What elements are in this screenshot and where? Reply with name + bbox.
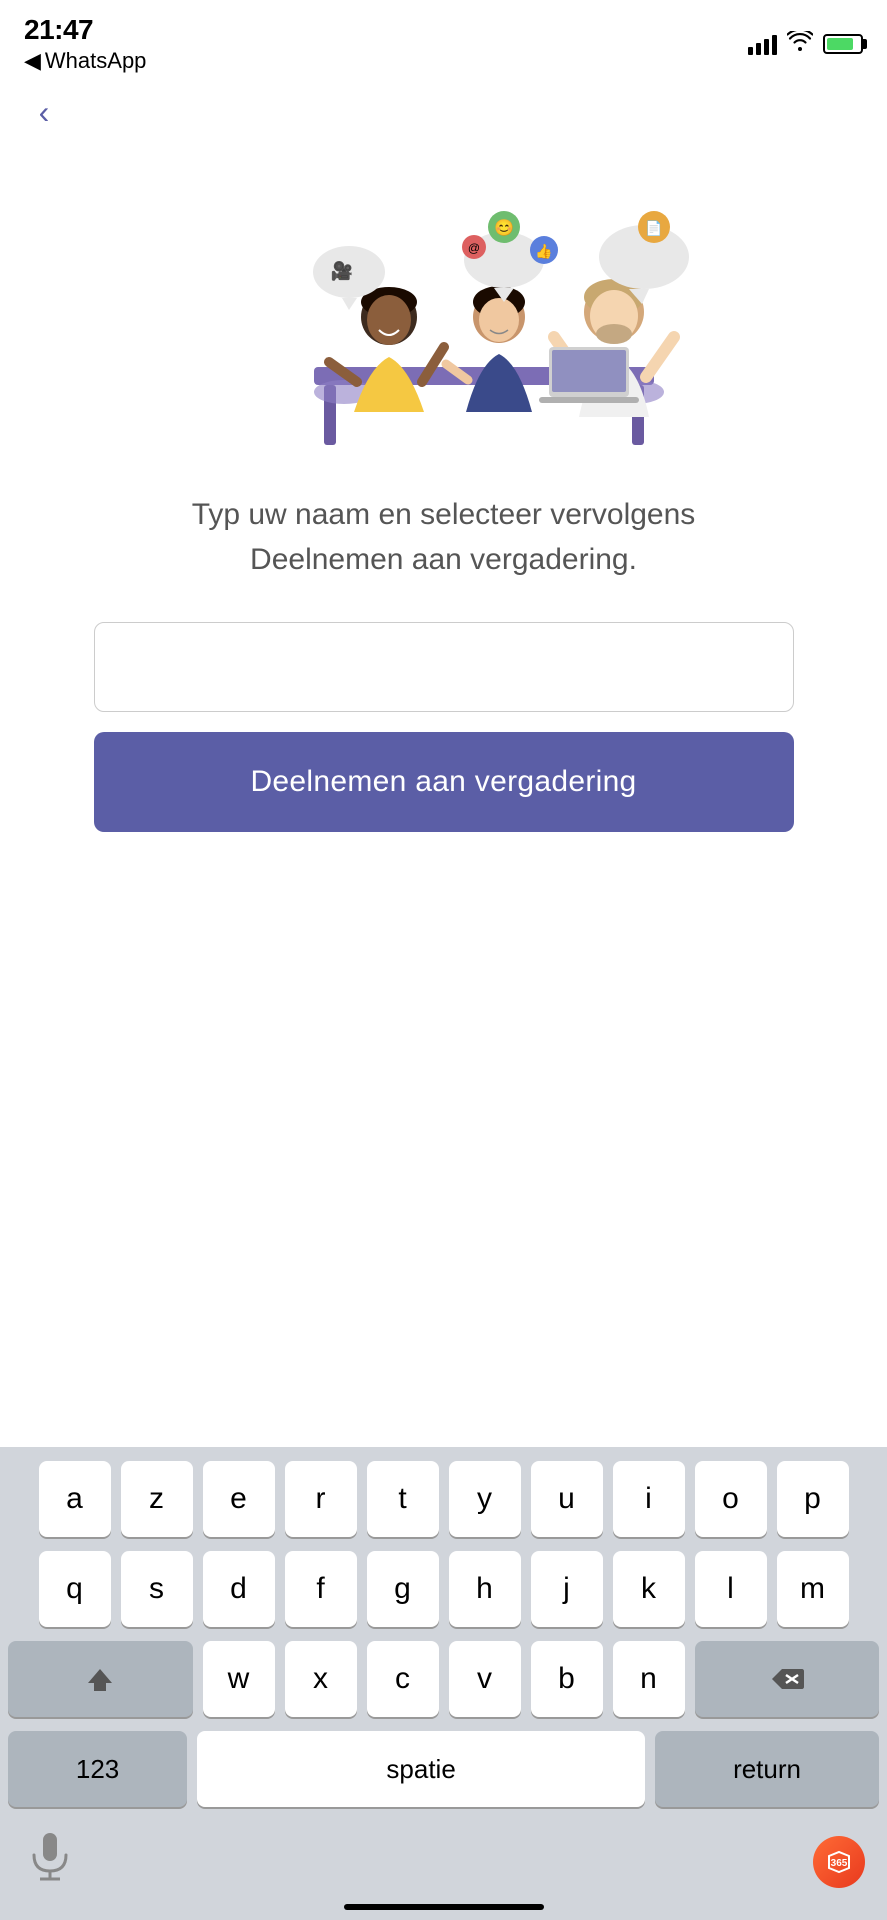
key-g[interactable]: g <box>367 1551 439 1627</box>
main-content: Typ uw naam en selecteer vervolgens Deel… <box>0 472 887 1447</box>
numbers-key[interactable]: 123 <box>8 1731 187 1807</box>
key-k[interactable]: k <box>613 1551 685 1627</box>
svg-text:📄: 📄 <box>645 220 662 237</box>
battery-fill <box>827 38 853 50</box>
key-b[interactable]: b <box>531 1641 603 1717</box>
svg-text:🎥: 🎥 <box>330 260 352 281</box>
key-t[interactable]: t <box>367 1461 439 1537</box>
return-key[interactable]: return <box>655 1731 879 1807</box>
key-m[interactable]: m <box>777 1551 849 1627</box>
key-u[interactable]: u <box>531 1461 603 1537</box>
svg-text:👍: 👍 <box>535 243 552 260</box>
key-o[interactable]: o <box>695 1461 767 1537</box>
back-button[interactable]: ‹ <box>24 92 64 132</box>
back-app-arrow: ◀ <box>24 48 41 74</box>
nav-bar: ‹ <box>0 82 887 142</box>
status-right <box>748 31 863 57</box>
keyboard-row-2: q s d f g h j k l m <box>8 1551 879 1627</box>
key-y[interactable]: y <box>449 1461 521 1537</box>
key-c[interactable]: c <box>367 1641 439 1717</box>
status-left: 21:47 ◀ WhatsApp <box>24 14 146 74</box>
back-app-label: WhatsApp <box>45 48 147 74</box>
join-meeting-button[interactable]: Deelnemen aan vergadering <box>94 732 794 832</box>
key-d[interactable]: d <box>203 1551 275 1627</box>
battery-icon <box>823 34 863 54</box>
keyboard-row-3: w x c v b n <box>8 1641 879 1717</box>
key-r[interactable]: r <box>285 1461 357 1537</box>
key-a[interactable]: a <box>39 1461 111 1537</box>
key-f[interactable]: f <box>285 1551 357 1627</box>
signal-bar-4 <box>772 35 777 55</box>
signal-bars <box>748 33 777 55</box>
keyboard-row-4: 123 spatie return <box>8 1731 879 1807</box>
office365-badge: 365 <box>813 1836 865 1888</box>
key-p[interactable]: p <box>777 1461 849 1537</box>
key-e[interactable]: e <box>203 1461 275 1537</box>
wifi-icon <box>787 31 813 57</box>
key-w[interactable]: w <box>203 1641 275 1717</box>
status-bar: 21:47 ◀ WhatsApp <box>0 0 887 82</box>
keyboard[interactable]: a z e r t y u i o p q s d f g h j k l m … <box>0 1447 887 1920</box>
key-x[interactable]: x <box>285 1641 357 1717</box>
key-h[interactable]: h <box>449 1551 521 1627</box>
name-input[interactable] <box>94 622 794 712</box>
home-indicator <box>344 1904 544 1910</box>
status-time: 21:47 <box>24 14 146 46</box>
status-whatsapp: ◀ WhatsApp <box>24 48 146 74</box>
keyboard-bottom: 365 <box>8 1821 879 1896</box>
key-n[interactable]: n <box>613 1641 685 1717</box>
backspace-key[interactable] <box>695 1641 880 1717</box>
key-i[interactable]: i <box>613 1461 685 1537</box>
space-key[interactable]: spatie <box>197 1731 645 1807</box>
svg-text:365: 365 <box>831 1858 848 1869</box>
instruction-text: Typ uw naam en selecteer vervolgens Deel… <box>184 492 704 582</box>
illustration-area: 🎥 😊 👍 @ 📄 <box>0 142 887 472</box>
key-j[interactable]: j <box>531 1551 603 1627</box>
signal-bar-1 <box>748 47 753 55</box>
key-v[interactable]: v <box>449 1641 521 1717</box>
shift-key[interactable] <box>8 1641 193 1717</box>
key-l[interactable]: l <box>695 1551 767 1627</box>
key-s[interactable]: s <box>121 1551 193 1627</box>
keyboard-row-1: a z e r t y u i o p <box>8 1461 879 1537</box>
svg-text:@: @ <box>467 241 479 255</box>
mic-icon[interactable] <box>28 1831 72 1886</box>
meeting-illustration: 🎥 😊 👍 @ 📄 <box>194 162 694 462</box>
signal-bar-2 <box>756 43 761 55</box>
key-q[interactable]: q <box>39 1551 111 1627</box>
svg-text:😊: 😊 <box>494 219 514 237</box>
signal-bar-3 <box>764 39 769 55</box>
key-z[interactable]: z <box>121 1461 193 1537</box>
